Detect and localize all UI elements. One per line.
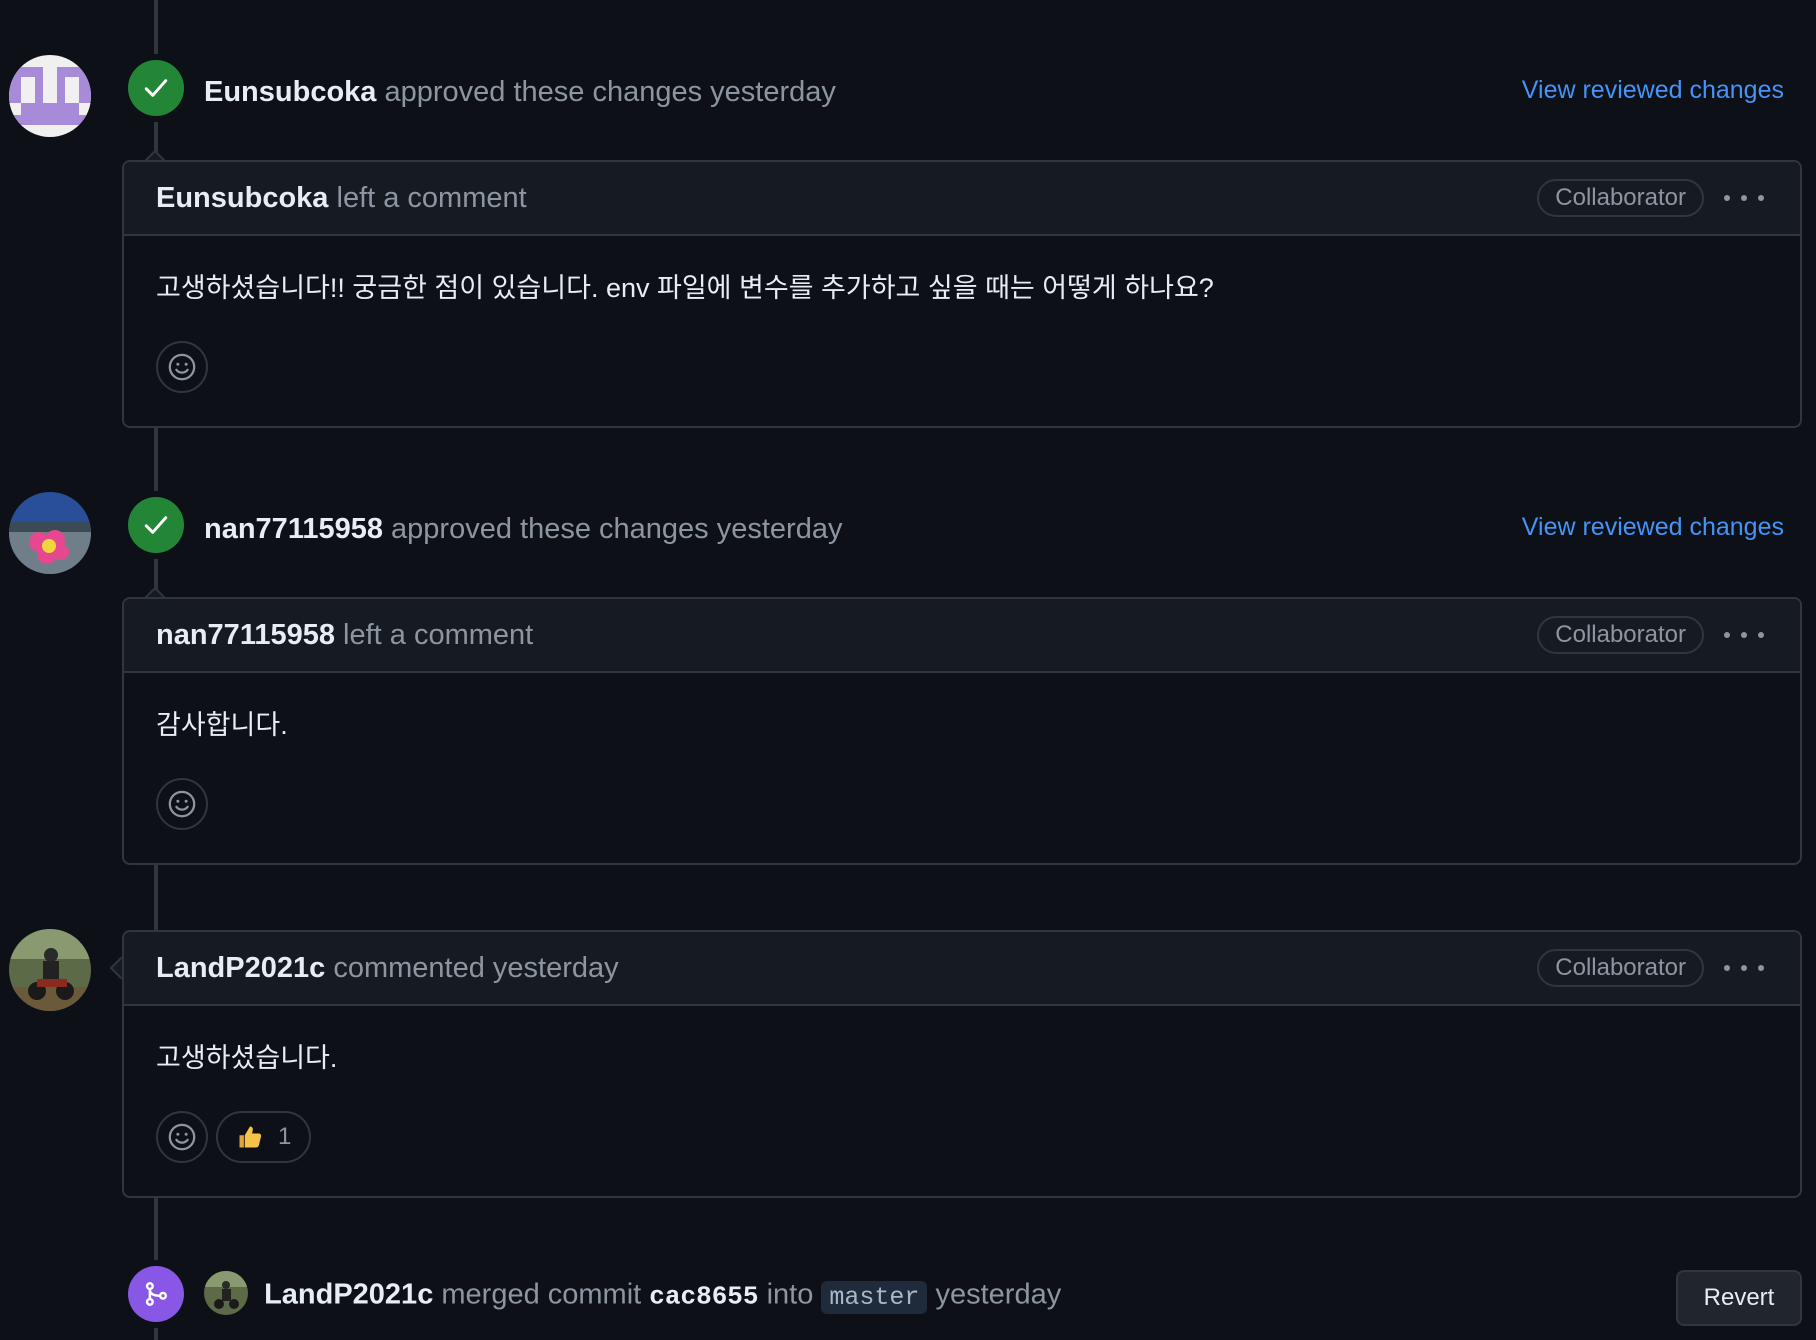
event-author[interactable]: Eunsubcoka xyxy=(204,76,376,108)
comment-card: Eunsubcoka left a comment Collaborator 고… xyxy=(122,160,1802,428)
comment-body: 고생하셨습니다. xyxy=(156,1043,338,1073)
smiley-icon xyxy=(168,790,196,818)
view-reviewed-changes-link[interactable]: View reviewed changes xyxy=(1522,513,1784,542)
comment-header: Eunsubcoka left a comment Collaborator xyxy=(124,162,1800,236)
more-options-button[interactable] xyxy=(1724,182,1764,214)
revert-button[interactable]: Revert xyxy=(1676,1270,1802,1326)
comment-author[interactable]: Eunsubcoka xyxy=(156,182,328,214)
avatar-eunsubcoka[interactable] xyxy=(9,55,91,137)
comment-card: nan77115958 left a comment Collaborator … xyxy=(122,597,1802,865)
merge-time: yesterday xyxy=(935,1278,1062,1311)
smiley-icon xyxy=(168,353,196,381)
commit-sha-link[interactable]: cac8655 xyxy=(649,1282,758,1312)
comment-author[interactable]: LandP2021c xyxy=(156,952,325,984)
comment-action: left a comment xyxy=(336,181,527,214)
thumbs-up-icon xyxy=(239,1126,262,1148)
comment-action: left a comment xyxy=(343,618,534,651)
reaction-count: 1 xyxy=(278,1123,292,1150)
merge-into: into xyxy=(766,1278,814,1311)
add-reaction-button[interactable] xyxy=(156,778,208,830)
approved-check-icon xyxy=(128,60,184,116)
approved-check-icon xyxy=(128,497,184,553)
comment-body: 감사합니다. xyxy=(156,710,288,740)
comment-header: LandP2021c commented yesterday Collabora… xyxy=(124,932,1800,1006)
more-options-button[interactable] xyxy=(1724,952,1764,984)
more-options-button[interactable] xyxy=(1724,619,1764,651)
avatar-landp2021c[interactable] xyxy=(9,929,91,1011)
comment-action: commented yesterday xyxy=(333,951,619,984)
event-author[interactable]: LandP2021c xyxy=(264,1279,433,1311)
comment-author[interactable]: nan77115958 xyxy=(156,619,335,651)
avatar-nan77115958[interactable] xyxy=(9,492,91,574)
review-event-text: nan77115958 approved these changes yeste… xyxy=(204,511,842,547)
smiley-icon xyxy=(168,1123,196,1151)
merge-event-text: LandP2021c merged commit cac8655 into ma… xyxy=(204,1271,1062,1318)
merge-action: merged commit xyxy=(441,1278,642,1311)
event-action: approved these changes yesterday xyxy=(384,76,836,108)
collaborator-badge: Collaborator xyxy=(1537,179,1704,217)
event-author[interactable]: nan77115958 xyxy=(204,513,383,545)
add-reaction-button[interactable] xyxy=(156,1111,208,1163)
avatar-landp2021c-small[interactable] xyxy=(204,1271,248,1315)
event-action: approved these changes yesterday xyxy=(391,513,843,545)
add-reaction-button[interactable] xyxy=(156,341,208,393)
comment-body: 고생하셨습니다!! 궁금한 점이 있습니다. env 파일에 변수를 추가하고 … xyxy=(156,273,1214,303)
comment-card: LandP2021c commented yesterday Collabora… xyxy=(122,930,1802,1198)
branch-name[interactable]: master xyxy=(821,1280,928,1314)
collaborator-badge: Collaborator xyxy=(1537,616,1704,654)
collaborator-badge: Collaborator xyxy=(1537,949,1704,987)
review-event-text: Eunsubcoka approved these changes yester… xyxy=(204,74,836,110)
thumbs-up-reaction[interactable]: 1 xyxy=(216,1111,312,1163)
view-reviewed-changes-link[interactable]: View reviewed changes xyxy=(1522,76,1784,105)
merged-icon xyxy=(128,1266,184,1322)
comment-header: nan77115958 left a comment Collaborator xyxy=(124,599,1800,673)
